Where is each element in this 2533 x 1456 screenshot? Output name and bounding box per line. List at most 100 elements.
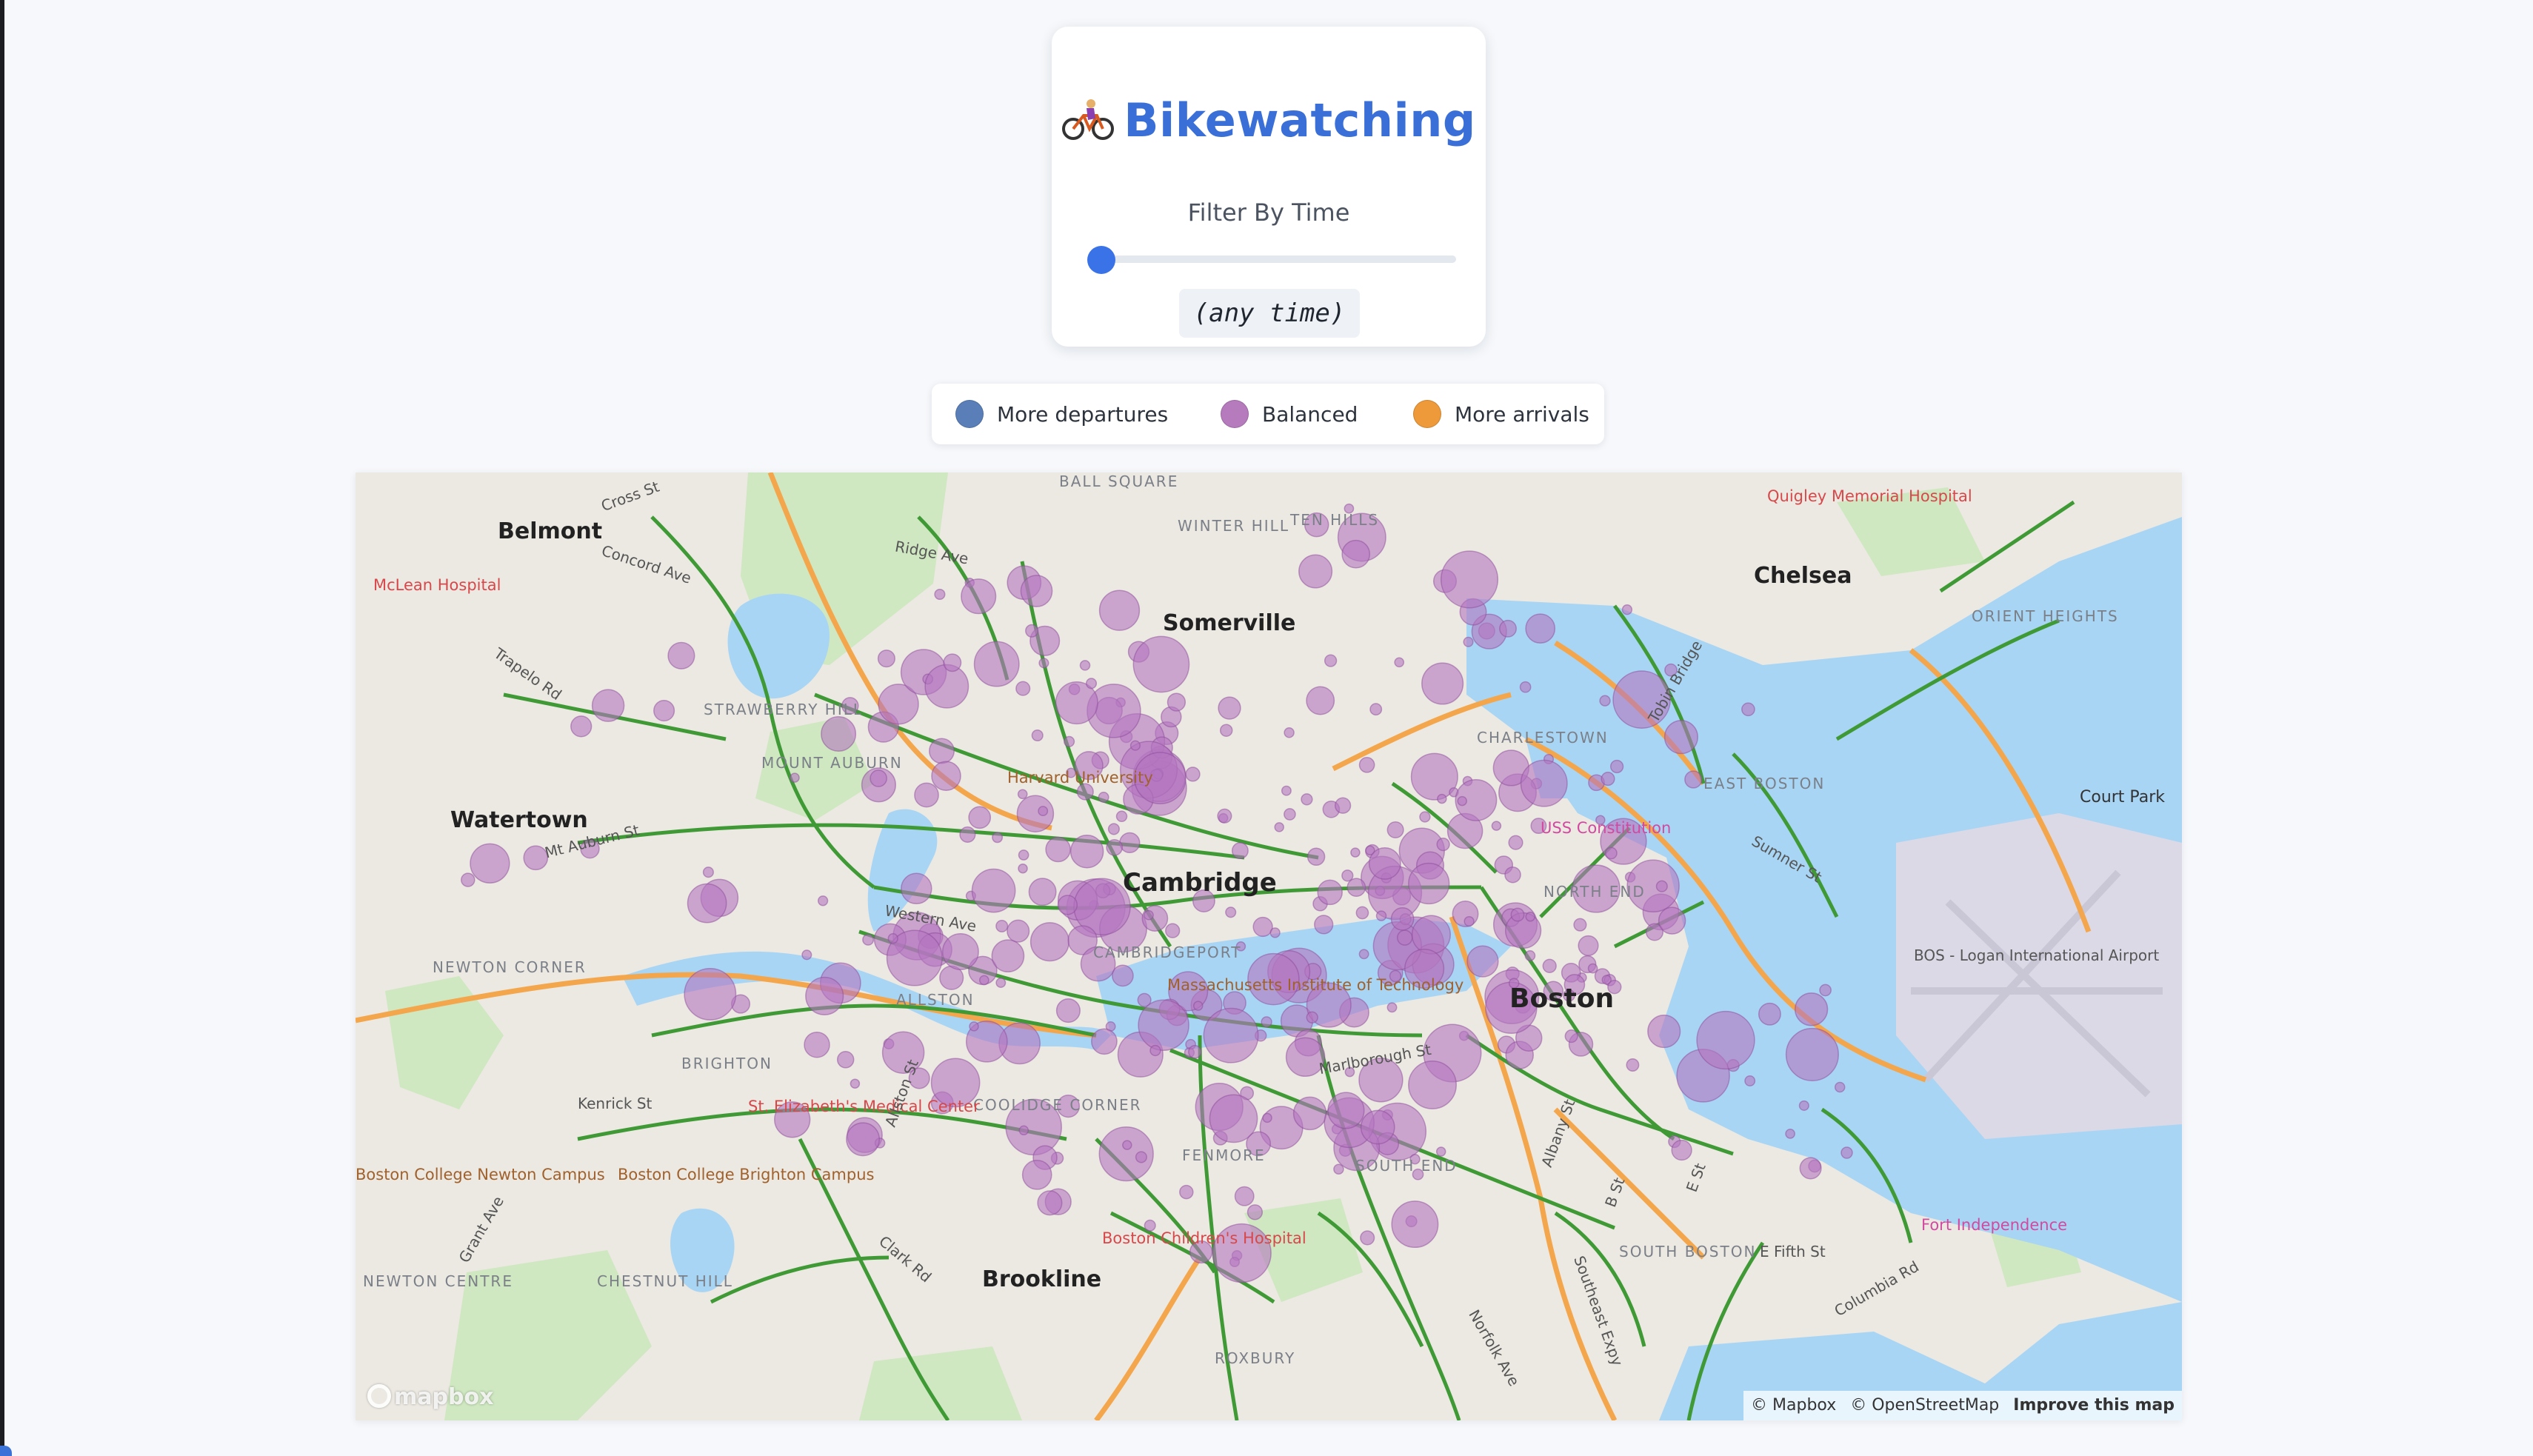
station-marker[interactable] — [1510, 907, 1525, 922]
station-marker[interactable] — [1794, 992, 1829, 1026]
station-marker[interactable] — [1209, 1094, 1258, 1143]
station-marker[interactable] — [1394, 657, 1405, 668]
station-marker[interactable] — [914, 782, 939, 808]
station-marker[interactable] — [1165, 923, 1181, 938]
station-marker[interactable] — [1015, 681, 1031, 696]
station-marker[interactable] — [1464, 915, 1475, 927]
station-marker[interactable] — [687, 883, 727, 924]
station-marker[interactable] — [817, 895, 829, 906]
station-marker[interactable] — [1144, 909, 1154, 921]
station-marker[interactable] — [1135, 1151, 1147, 1163]
station-marker[interactable] — [1355, 906, 1369, 920]
station-marker[interactable] — [1188, 1045, 1202, 1059]
station-marker[interactable] — [836, 1051, 855, 1069]
station-marker[interactable] — [1520, 759, 1568, 807]
station-marker[interactable] — [992, 832, 1004, 844]
station-marker[interactable] — [1504, 866, 1521, 884]
station-marker[interactable] — [1696, 1010, 1755, 1070]
station-marker[interactable] — [1655, 880, 1668, 892]
station-marker[interactable] — [1292, 1096, 1327, 1131]
station-marker[interactable] — [1149, 1044, 1161, 1057]
station-marker[interactable] — [1491, 821, 1502, 831]
station-marker[interactable] — [1217, 808, 1232, 824]
station-marker[interactable] — [1274, 822, 1284, 832]
station-marker[interactable] — [1007, 919, 1030, 943]
station-marker[interactable] — [1463, 636, 1474, 647]
station-marker[interactable] — [1306, 847, 1326, 866]
station-marker[interactable] — [1284, 808, 1296, 821]
station-marker[interactable] — [1064, 735, 1075, 747]
station-marker[interactable] — [870, 769, 887, 787]
station-marker[interactable] — [1247, 1204, 1264, 1220]
station-marker[interactable] — [1261, 1016, 1272, 1028]
station-marker[interactable] — [1225, 906, 1237, 918]
station-marker[interactable] — [846, 1122, 881, 1157]
station-marker[interactable] — [941, 933, 979, 970]
station-marker[interactable] — [1018, 863, 1028, 874]
station-marker[interactable] — [1386, 1002, 1398, 1013]
station-marker[interactable] — [1741, 702, 1755, 717]
station-marker[interactable] — [1098, 792, 1109, 803]
station-marker[interactable] — [934, 588, 946, 601]
station-marker[interactable] — [1284, 727, 1295, 738]
station-marker[interactable] — [862, 933, 875, 946]
station-marker[interactable] — [1605, 846, 1618, 860]
station-marker[interactable] — [1192, 1001, 1204, 1011]
time-slider-thumb[interactable] — [1087, 246, 1115, 274]
station-marker[interactable] — [1658, 906, 1686, 935]
station-marker[interactable] — [1301, 793, 1313, 806]
station-marker[interactable] — [1098, 590, 1141, 631]
station-marker[interactable] — [1435, 1146, 1446, 1157]
station-marker[interactable] — [1350, 847, 1361, 858]
station-marker[interactable] — [1038, 806, 1049, 817]
station-marker[interactable] — [901, 872, 932, 905]
station-marker[interactable] — [1314, 915, 1334, 935]
station-marker[interactable] — [1601, 772, 1615, 787]
station-marker[interactable] — [804, 1031, 830, 1058]
station-marker[interactable] — [1029, 922, 1069, 962]
station-marker[interactable] — [790, 772, 800, 783]
station-marker[interactable] — [1341, 539, 1371, 569]
station-marker[interactable] — [1578, 935, 1599, 956]
station-marker[interactable] — [1107, 823, 1120, 835]
station-marker[interactable] — [1647, 1015, 1681, 1049]
station-marker[interactable] — [1499, 619, 1517, 638]
station-marker[interactable] — [1525, 912, 1535, 922]
station-marker[interactable] — [1167, 692, 1187, 712]
station-marker[interactable] — [887, 933, 898, 944]
station-marker[interactable] — [1017, 789, 1028, 800]
station-marker[interactable] — [801, 949, 812, 961]
station-marker[interactable] — [1358, 949, 1369, 960]
station-marker[interactable] — [1333, 1163, 1344, 1175]
station-marker[interactable] — [1317, 879, 1343, 906]
improve-map-link[interactable]: Improve this map — [2013, 1396, 2175, 1415]
station-marker[interactable] — [1231, 842, 1249, 860]
station-marker[interactable] — [1457, 795, 1467, 807]
map[interactable]: Belmont Somerville Chelsea Watertown Cam… — [356, 472, 2182, 1420]
station-marker[interactable] — [1466, 945, 1499, 978]
station-marker[interactable] — [653, 700, 675, 722]
station-marker[interactable] — [1684, 770, 1703, 789]
station-marker[interactable] — [1621, 604, 1633, 615]
station-marker[interactable] — [1758, 1002, 1781, 1026]
station-marker[interactable] — [1785, 1129, 1795, 1139]
station-marker[interactable] — [1408, 862, 1450, 905]
station-marker[interactable] — [1369, 703, 1383, 716]
station-marker[interactable] — [1744, 1075, 1756, 1086]
station-marker[interactable] — [1306, 1011, 1318, 1023]
station-marker[interactable] — [1798, 1100, 1809, 1111]
station-marker[interactable] — [1055, 998, 1081, 1023]
station-marker[interactable] — [1106, 838, 1124, 856]
station-marker[interactable] — [591, 689, 625, 722]
station-marker[interactable] — [1045, 836, 1071, 863]
station-marker[interactable] — [1219, 724, 1233, 737]
station-marker[interactable] — [1564, 1029, 1578, 1043]
station-marker[interactable] — [1375, 910, 1387, 921]
station-marker[interactable] — [470, 843, 510, 884]
station-marker[interactable] — [1179, 1184, 1194, 1200]
station-marker[interactable] — [1390, 906, 1415, 931]
station-marker[interactable] — [1840, 1146, 1853, 1159]
station-marker[interactable] — [1119, 832, 1141, 854]
station-marker[interactable] — [1346, 878, 1366, 898]
time-slider-track[interactable] — [1096, 256, 1456, 263]
